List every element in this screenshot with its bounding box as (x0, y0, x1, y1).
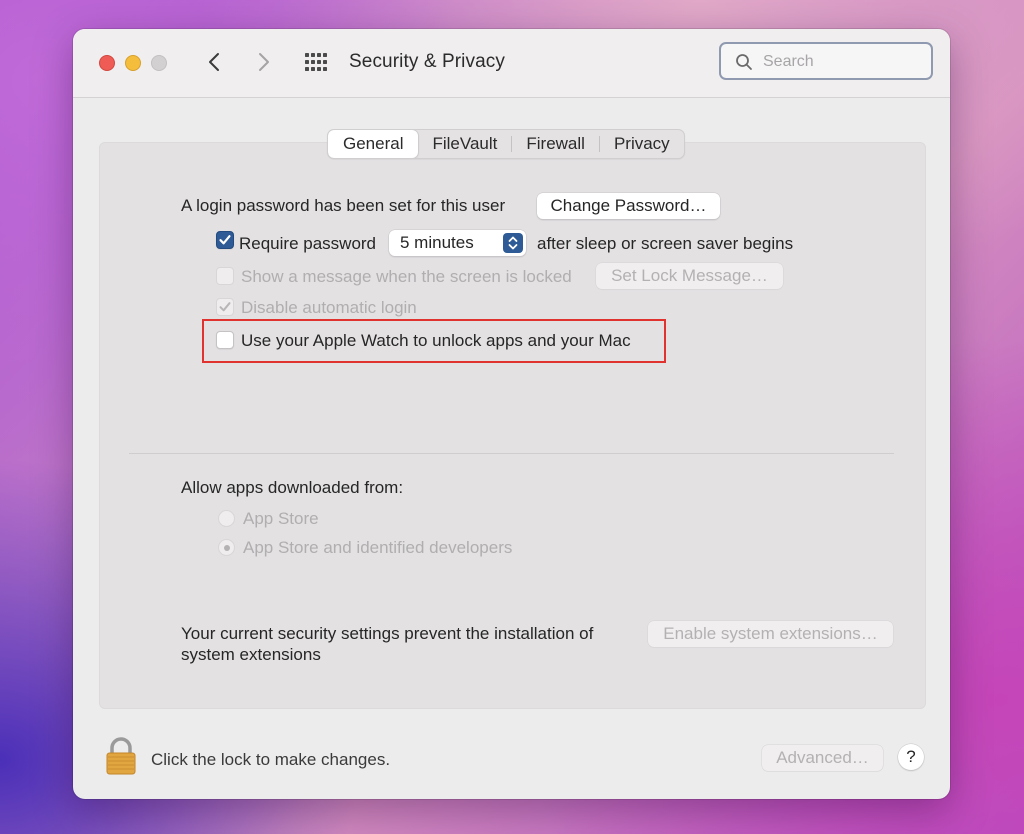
allow-apps-label: Allow apps downloaded from: (181, 478, 404, 497)
password-delay-value: 5 minutes (400, 233, 474, 252)
chevron-left-icon (209, 53, 219, 71)
section-divider (129, 453, 894, 454)
extensions-text-line1: Your current security settings prevent t… (181, 624, 594, 643)
enable-extensions-button[interactable]: Enable system extensions… (648, 621, 893, 647)
zoom-button[interactable] (151, 55, 167, 71)
login-password-text: A login password has been set for this u… (181, 196, 506, 215)
require-password-checkbox[interactable] (216, 231, 234, 249)
minimize-button[interactable] (125, 55, 141, 71)
radio-app-store-label: App Store (243, 509, 319, 528)
search-field[interactable] (719, 42, 933, 80)
stepper-arrows-icon (503, 233, 523, 253)
require-password-label: Require password (239, 234, 377, 253)
checkmark-icon (219, 235, 231, 245)
forward-button[interactable] (251, 49, 277, 75)
help-button[interactable]: ? (898, 744, 924, 770)
radio-selected-dot (223, 544, 230, 551)
checkmark-icon (219, 302, 231, 312)
show-all-button[interactable] (303, 51, 329, 73)
apple-watch-checkbox[interactable] (216, 331, 234, 349)
advanced-button[interactable]: Advanced… (762, 745, 883, 771)
disable-auto-login-label: Disable automatic login (241, 298, 417, 317)
show-message-label: Show a message when the screen is locked (241, 267, 572, 286)
lock-button[interactable] (105, 737, 137, 775)
chevron-right-icon (259, 53, 269, 71)
window-title: Security & Privacy (349, 51, 505, 72)
extensions-text-line2: system extensions (181, 645, 321, 664)
grid-icon (305, 53, 327, 71)
radio-app-store-identified[interactable] (218, 539, 235, 556)
title-bar: Security & Privacy (73, 29, 950, 98)
tab-firewall[interactable]: Firewall (512, 130, 599, 158)
close-button[interactable] (99, 55, 115, 71)
change-password-button[interactable]: Change Password… (537, 193, 720, 219)
back-button[interactable] (201, 49, 227, 75)
tab-privacy[interactable]: Privacy (600, 130, 684, 158)
lock-icon (106, 737, 136, 775)
show-message-checkbox[interactable] (216, 267, 234, 285)
set-lock-message-button[interactable]: Set Lock Message… (596, 263, 783, 289)
tab-general[interactable]: General (328, 130, 419, 158)
after-sleep-text: after sleep or screen saver begins (537, 234, 794, 253)
search-icon (736, 54, 752, 70)
password-delay-select[interactable]: 5 minutes (389, 230, 526, 256)
security-privacy-window: Security & Privacy General FileVault Fir… (73, 29, 950, 799)
radio-app-store[interactable] (218, 510, 235, 527)
radio-app-store-identified-label: App Store and identified developers (243, 538, 513, 557)
disable-auto-login-checkbox[interactable] (216, 298, 234, 316)
apple-watch-label: Use your Apple Watch to unlock apps and … (241, 331, 631, 350)
tab-bar: General FileVault Firewall Privacy (327, 129, 685, 159)
lock-text: Click the lock to make changes. (151, 750, 391, 769)
search-input[interactable] (761, 49, 925, 75)
tab-filevault[interactable]: FileVault (418, 130, 511, 158)
